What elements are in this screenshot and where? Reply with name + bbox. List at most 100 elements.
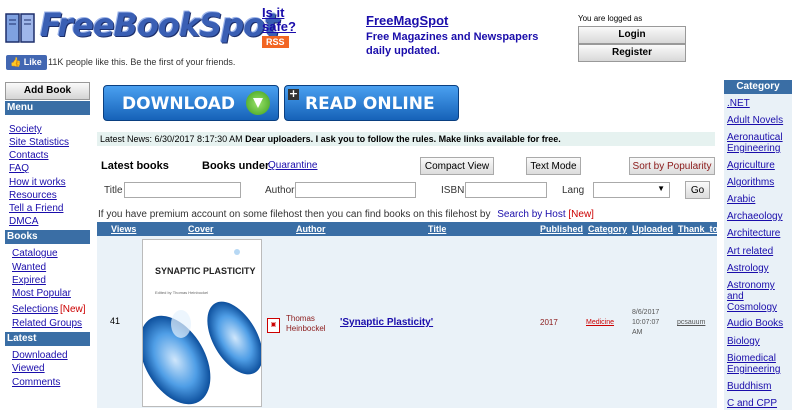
- row-views: 41: [110, 316, 121, 326]
- row-author[interactable]: Thomas Heinbockel: [286, 314, 328, 334]
- col-thank-to[interactable]: Thank_to: [678, 222, 718, 236]
- site-logo[interactable]: FreeBookSpot: [4, 4, 279, 48]
- books-expired[interactable]: Expired: [12, 274, 46, 287]
- books-catalogue[interactable]: Catalogue: [12, 247, 58, 260]
- read-online-button[interactable]: + READ ONLINE: [284, 85, 459, 121]
- rss-badge[interactable]: RSS: [262, 36, 289, 48]
- books-related-groups[interactable]: Related Groups: [12, 317, 82, 330]
- category-item[interactable]: Aeronautical Engineering: [727, 132, 787, 154]
- category-item[interactable]: Arabic: [727, 194, 787, 205]
- premium-note: If you have premium account on some file…: [98, 209, 594, 220]
- col-published[interactable]: Published: [540, 222, 583, 236]
- search-by-host-link[interactable]: Search by Host: [497, 209, 565, 220]
- book-table-header: Views Cover Author Title Published Categ…: [97, 222, 718, 236]
- download-button[interactable]: DOWNLOAD: [103, 85, 279, 121]
- category-item[interactable]: Architecture: [727, 228, 787, 239]
- col-category[interactable]: Category: [588, 222, 627, 236]
- chevron-down-icon: ▼: [657, 184, 665, 193]
- cover-subtitle: Edited by Thomas Heinbockel: [155, 290, 209, 295]
- menu-heading: Menu: [5, 101, 90, 115]
- row-title[interactable]: 'Synaptic Plasticity': [340, 318, 433, 328]
- fb-like-label: Like: [23, 57, 42, 67]
- thumbs-up-icon: 👍: [10, 57, 22, 67]
- books-selections[interactable]: Selections: [12, 303, 58, 316]
- news-body: Dear uploaders. I ask you to follow the …: [245, 134, 561, 144]
- col-views[interactable]: Views: [111, 222, 136, 236]
- register-button[interactable]: Register: [578, 44, 686, 62]
- category-item[interactable]: Astronomy and Cosmology: [727, 280, 787, 313]
- category-item[interactable]: Audio Books: [727, 318, 787, 329]
- menu-dmca[interactable]: DMCA: [9, 215, 38, 228]
- download-label: DOWNLOAD: [122, 94, 236, 114]
- sort-popularity-button[interactable]: Sort by Popularity: [629, 157, 715, 175]
- author-label: Author: [265, 185, 295, 196]
- books-most-popular[interactable]: Most Popular: [12, 287, 71, 300]
- category-item[interactable]: Algorithms: [727, 177, 787, 188]
- table-row: 41 SYNAPTIC PLASTICITY Edited by Thomas …: [97, 236, 717, 408]
- quarantine-link[interactable]: Quarantine: [268, 160, 317, 171]
- row-category[interactable]: Medicine: [586, 318, 614, 328]
- menu-resources[interactable]: Resources: [9, 189, 57, 202]
- menu-tell-a-friend[interactable]: Tell a Friend: [9, 202, 63, 215]
- add-book-button[interactable]: Add Book: [5, 82, 90, 100]
- latest-downloaded[interactable]: Downloaded: [12, 349, 68, 362]
- cover-title: SYNAPTIC PLASTICITY: [155, 266, 256, 276]
- col-uploaded[interactable]: Uploaded: [632, 222, 673, 236]
- selections-new-tag: [New]: [60, 304, 86, 315]
- col-cover[interactable]: Cover: [188, 222, 214, 236]
- download-arrow-icon: [246, 91, 270, 115]
- row-thank-to[interactable]: pcsauum: [677, 318, 705, 328]
- read-online-label: READ ONLINE: [305, 94, 435, 114]
- row-published: 2017: [540, 318, 558, 327]
- category-item[interactable]: C and CPP: [727, 398, 787, 409]
- login-button[interactable]: Login: [578, 26, 686, 44]
- books-heading: Books: [5, 230, 90, 244]
- freemagspot-link[interactable]: FreeMagSpot: [366, 13, 448, 28]
- author-input[interactable]: [295, 182, 416, 198]
- category-item[interactable]: Biology: [727, 336, 787, 347]
- category-item[interactable]: Adult Novels: [727, 115, 787, 126]
- latest-comments[interactable]: Comments: [12, 376, 60, 389]
- menu-contacts[interactable]: Contacts: [9, 149, 48, 162]
- text-mode-button[interactable]: Text Mode: [526, 157, 581, 175]
- category-item[interactable]: Art related: [727, 246, 787, 257]
- plus-icon: +: [288, 87, 299, 100]
- latest-heading: Latest: [5, 332, 90, 346]
- row-uploaded: 8/6/2017 10:07:07 AM: [632, 309, 660, 336]
- category-item[interactable]: Biomedical Engineering: [727, 353, 787, 375]
- book-cover[interactable]: SYNAPTIC PLASTICITY Edited by Thomas Hei…: [142, 239, 262, 407]
- col-title[interactable]: Title: [428, 222, 446, 236]
- category-item[interactable]: .NET: [727, 98, 787, 109]
- fb-like-button[interactable]: 👍 Like: [6, 55, 47, 70]
- cover-art: [143, 240, 261, 406]
- lang-select[interactable]: ▼: [593, 182, 670, 198]
- col-author[interactable]: Author: [296, 222, 326, 236]
- books-wanted[interactable]: Wanted: [12, 261, 46, 274]
- books-under-label: Books under: [202, 160, 270, 172]
- search-by-host-new-tag: [New]: [568, 209, 594, 220]
- title-input[interactable]: [124, 182, 241, 198]
- category-heading: Category: [724, 80, 792, 94]
- premium-text: If you have premium account on some file…: [98, 209, 491, 220]
- news-date: Latest News: 6/30/2017 8:17:30 AM: [100, 134, 243, 144]
- lang-label: Lang: [562, 185, 585, 196]
- category-item[interactable]: Astrology: [727, 263, 787, 274]
- latest-books-title: Latest books: [101, 160, 169, 172]
- title-label: Title: [104, 185, 123, 196]
- isbn-input[interactable]: [465, 182, 547, 198]
- menu-society[interactable]: Society: [9, 123, 42, 136]
- compact-view-button[interactable]: Compact View: [420, 157, 494, 175]
- latest-viewed[interactable]: Viewed: [12, 362, 45, 375]
- book-icon: [5, 13, 35, 43]
- menu-how-it-works[interactable]: How it works: [9, 176, 66, 189]
- is-it-safe-link[interactable]: Is it safe?: [262, 6, 302, 34]
- freemagspot-description: Free Magazines and Newspapers daily upda…: [366, 31, 539, 57]
- isbn-label: ISBN: [441, 185, 465, 196]
- category-item[interactable]: Buddhism: [727, 381, 787, 392]
- menu-faq[interactable]: FAQ: [9, 162, 29, 175]
- fb-like-count-text: 11K people like this. Be the first of yo…: [48, 57, 236, 67]
- go-button[interactable]: Go: [685, 181, 710, 199]
- menu-site-statistics[interactable]: Site Statistics: [9, 136, 69, 149]
- category-item[interactable]: Agriculture: [727, 160, 787, 171]
- category-item[interactable]: Archaeology: [727, 211, 787, 222]
